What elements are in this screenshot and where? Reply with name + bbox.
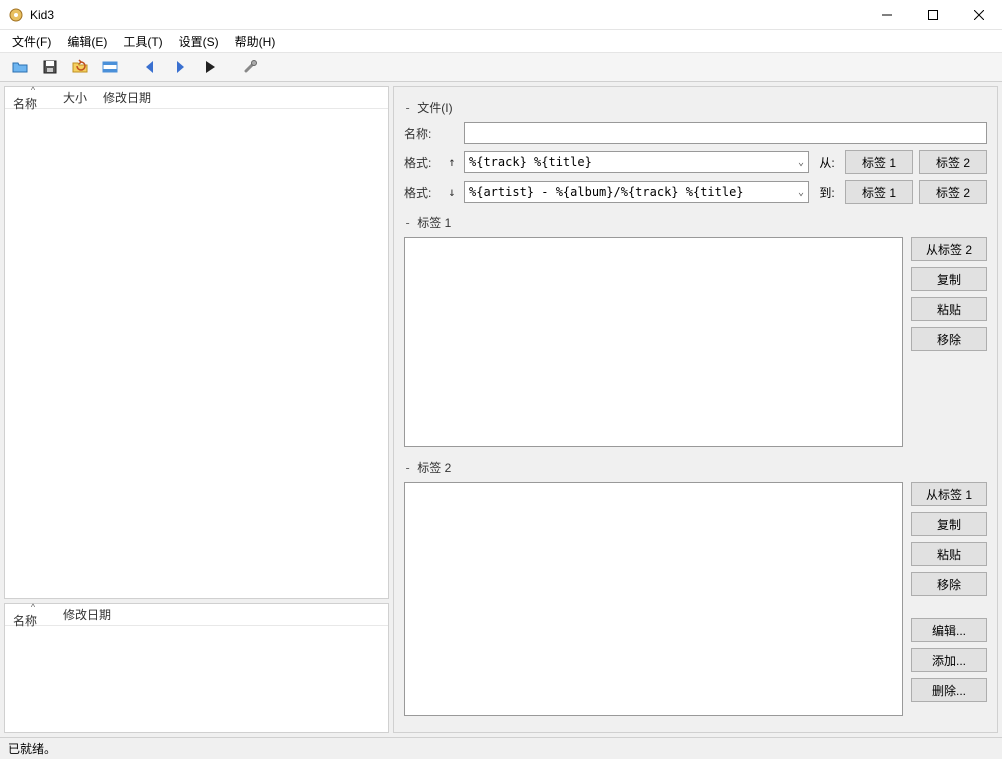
minimize-button[interactable] bbox=[864, 0, 910, 29]
menu-edit[interactable]: 编辑(E) bbox=[61, 31, 113, 52]
collapse-tag2-icon[interactable]: - bbox=[404, 461, 411, 475]
tag1-area: 从标签 2 复制 粘贴 移除 bbox=[404, 237, 987, 447]
dir-tree-header: ^ 名称 修改日期 bbox=[5, 604, 388, 626]
tag1-section-header: - 标签 1 bbox=[404, 214, 987, 231]
app-icon bbox=[8, 7, 24, 23]
revert-icon[interactable] bbox=[68, 55, 92, 79]
tag2-edit-button[interactable]: 编辑... bbox=[911, 618, 987, 642]
to-label: 到: bbox=[815, 184, 839, 201]
right-column: - 文件(I) 名称: 格式: ↑ %{track} %{title} ⌄ 从:… bbox=[393, 82, 1002, 737]
sort-indicator-icon: ^ bbox=[31, 85, 35, 95]
chevron-down-icon: ⌄ bbox=[798, 157, 804, 168]
window-title: Kid3 bbox=[30, 8, 864, 22]
statusbar: 已就绪。 bbox=[0, 737, 1002, 759]
name-row: 名称: bbox=[404, 122, 987, 144]
from-tag1-button[interactable]: 标签 1 bbox=[845, 150, 913, 174]
tag2-button-col: 从标签 1 复制 粘贴 移除 编辑... 添加... 删除... bbox=[911, 482, 987, 716]
picture-icon[interactable] bbox=[98, 55, 122, 79]
tag2-section-title: 标签 2 bbox=[417, 459, 451, 476]
maximize-button[interactable] bbox=[910, 0, 956, 29]
collapse-tag1-icon[interactable]: - bbox=[404, 216, 411, 230]
tag2-paste-button[interactable]: 粘贴 bbox=[911, 542, 987, 566]
left-column: ^ 名称 大小 修改日期 ^ 名称 修改日期 bbox=[0, 82, 393, 737]
file-section-header: - 文件(I) bbox=[404, 99, 987, 116]
tag2-section-header: - 标签 2 bbox=[404, 459, 987, 476]
tag1-remove-button[interactable]: 移除 bbox=[911, 327, 987, 351]
col-name[interactable]: ^ 名称 bbox=[5, 604, 55, 626]
tag2-frame-list[interactable] bbox=[404, 482, 903, 716]
name-label: 名称: bbox=[404, 125, 440, 142]
format-up-value: %{track} %{title} bbox=[469, 155, 592, 169]
menu-file[interactable]: 文件(F) bbox=[6, 31, 57, 52]
format-up-combo[interactable]: %{track} %{title} ⌄ bbox=[464, 151, 809, 173]
format-down-label: 格式: bbox=[404, 184, 440, 201]
to-tag1-button[interactable]: 标签 1 bbox=[845, 180, 913, 204]
tag1-frame-list[interactable] bbox=[404, 237, 903, 447]
to-tag2-button[interactable]: 标签 2 bbox=[919, 180, 987, 204]
file-tree-panel: ^ 名称 大小 修改日期 bbox=[4, 86, 389, 599]
format-up-row: 格式: ↑ %{track} %{title} ⌄ 从: 标签 1 标签 2 bbox=[404, 150, 987, 174]
tag2-from-tag1-button[interactable]: 从标签 1 bbox=[911, 482, 987, 506]
chevron-down-icon: ⌄ bbox=[798, 187, 804, 198]
tag1-from-tag2-button[interactable]: 从标签 2 bbox=[911, 237, 987, 261]
next-icon[interactable] bbox=[168, 55, 192, 79]
right-panel: - 文件(I) 名称: 格式: ↑ %{track} %{title} ⌄ 从:… bbox=[393, 86, 998, 733]
menu-help[interactable]: 帮助(H) bbox=[229, 31, 282, 52]
from-label: 从: bbox=[815, 154, 839, 171]
tag1-section-title: 标签 1 bbox=[417, 214, 451, 231]
name-input[interactable] bbox=[464, 122, 987, 144]
menu-tools[interactable]: 工具(T) bbox=[117, 31, 168, 52]
play-icon[interactable] bbox=[198, 55, 222, 79]
tag1-paste-button[interactable]: 粘贴 bbox=[911, 297, 987, 321]
col-mod[interactable]: 修改日期 bbox=[55, 606, 119, 623]
prev-icon[interactable] bbox=[138, 55, 162, 79]
format-up-label: 格式: bbox=[404, 154, 440, 171]
format-down-value: %{artist} - %{album}/%{track} %{title} bbox=[469, 185, 744, 199]
tag2-area: 从标签 1 复制 粘贴 移除 编辑... 添加... 删除... bbox=[404, 482, 987, 716]
file-section-title: 文件(I) bbox=[417, 99, 452, 116]
titlebar: Kid3 bbox=[0, 0, 1002, 30]
tag2-delete-button[interactable]: 删除... bbox=[911, 678, 987, 702]
menubar: 文件(F) 编辑(E) 工具(T) 设置(S) 帮助(H) bbox=[0, 30, 1002, 52]
save-icon[interactable] bbox=[38, 55, 62, 79]
col-name[interactable]: ^ 名称 bbox=[5, 87, 55, 109]
tag2-remove-button[interactable]: 移除 bbox=[911, 572, 987, 596]
tag2-copy-button[interactable]: 复制 bbox=[911, 512, 987, 536]
tag1-copy-button[interactable]: 复制 bbox=[911, 267, 987, 291]
col-size[interactable]: 大小 bbox=[55, 89, 95, 106]
file-tree-header: ^ 名称 大小 修改日期 bbox=[5, 87, 388, 109]
collapse-file-icon[interactable]: - bbox=[404, 101, 411, 115]
format-down-combo[interactable]: %{artist} - %{album}/%{track} %{title} ⌄ bbox=[464, 181, 809, 203]
settings-icon[interactable] bbox=[238, 55, 262, 79]
window-controls bbox=[864, 0, 1002, 29]
main-area: ^ 名称 大小 修改日期 ^ 名称 修改日期 - 文件(I) bbox=[0, 82, 1002, 737]
tag1-button-col: 从标签 2 复制 粘贴 移除 bbox=[911, 237, 987, 447]
col-mod[interactable]: 修改日期 bbox=[95, 89, 159, 106]
close-button[interactable] bbox=[956, 0, 1002, 29]
dir-tree-panel: ^ 名称 修改日期 bbox=[4, 603, 389, 733]
open-folder-icon[interactable] bbox=[8, 55, 32, 79]
arrow-down-icon: ↓ bbox=[446, 185, 458, 199]
menu-settings[interactable]: 设置(S) bbox=[173, 31, 225, 52]
toolbar bbox=[0, 52, 1002, 82]
format-down-row: 格式: ↓ %{artist} - %{album}/%{track} %{ti… bbox=[404, 180, 987, 204]
tag2-add-button[interactable]: 添加... bbox=[911, 648, 987, 672]
sort-indicator-icon: ^ bbox=[31, 602, 35, 612]
status-text: 已就绪。 bbox=[8, 740, 56, 757]
arrow-up-icon: ↑ bbox=[446, 155, 458, 169]
from-tag2-button[interactable]: 标签 2 bbox=[919, 150, 987, 174]
